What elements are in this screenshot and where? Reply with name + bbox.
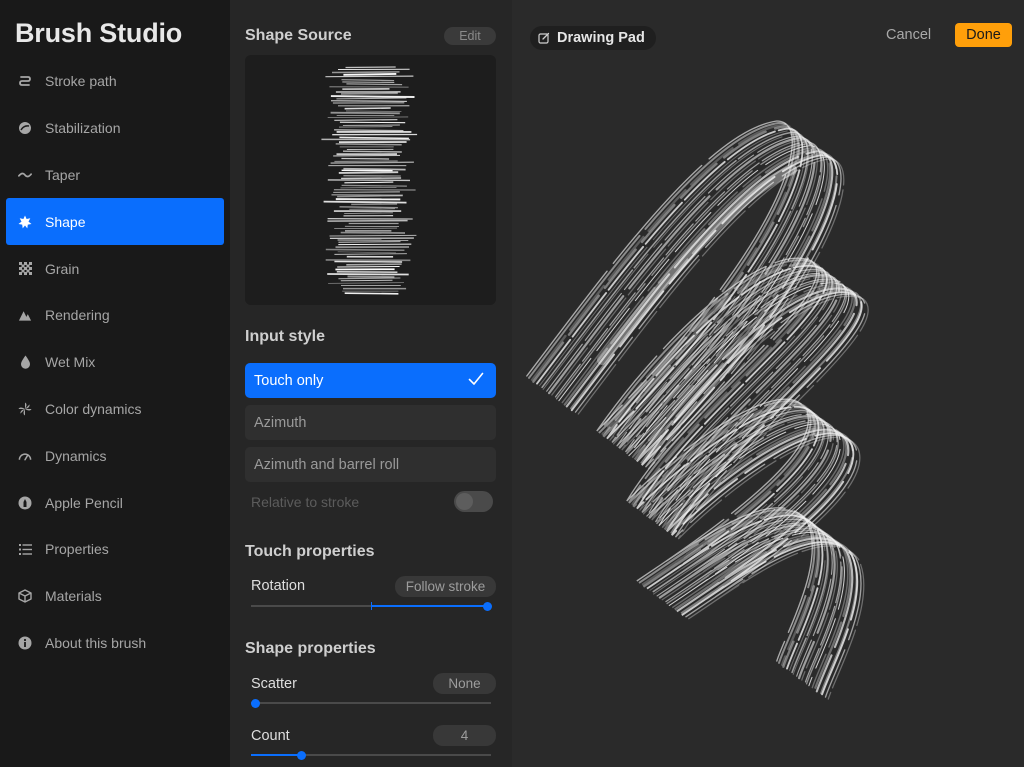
sidebar-item-stroke-path[interactable]: Stroke path xyxy=(6,58,224,105)
scatter-slider[interactable] xyxy=(251,698,491,708)
relative-to-stroke-toggle[interactable] xyxy=(454,491,493,512)
apple-pencil-icon xyxy=(18,496,32,510)
sidebar: Brush Studio Stroke path Stabilization T… xyxy=(0,0,230,767)
sidebar-item-label: Dynamics xyxy=(45,447,107,464)
count-value[interactable]: 4 xyxy=(433,725,496,746)
sidebar-list: Stroke path Stabilization Taper Shape Gr… xyxy=(6,58,224,666)
sidebar-item-dynamics[interactable]: Dynamics xyxy=(6,432,224,479)
wet-mix-icon xyxy=(18,355,32,369)
settings-panel: Shape Source Edit Input style Touch only… xyxy=(230,0,512,767)
sidebar-item-properties[interactable]: Properties xyxy=(6,526,224,573)
about-icon xyxy=(18,636,32,650)
shape-source-image xyxy=(321,66,418,295)
sidebar-item-label: Stroke path xyxy=(45,73,117,90)
count-slider-thumb[interactable] xyxy=(297,750,306,760)
cancel-button[interactable]: Cancel xyxy=(886,27,931,43)
touch-properties-title: Touch properties xyxy=(245,543,375,560)
brush-stroke-preview xyxy=(526,120,869,700)
option-label: Azimuth and barrel roll xyxy=(254,456,400,473)
sidebar-item-color-dynamics[interactable]: Color dynamics xyxy=(6,386,224,433)
edit-pad-icon xyxy=(538,32,550,44)
sidebar-item-label: About this brush xyxy=(45,634,147,651)
rotation-slider-center-tick xyxy=(371,602,372,610)
sidebar-item-shape[interactable]: Shape xyxy=(6,198,224,246)
option-label: Azimuth xyxy=(254,414,307,431)
count-label: Count xyxy=(251,728,290,744)
sidebar-item-label: Properties xyxy=(45,541,109,558)
count-slider-fill xyxy=(251,754,301,756)
done-button[interactable]: Done xyxy=(955,23,1012,47)
app-title: Brush Studio xyxy=(15,18,183,48)
sidebar-item-materials[interactable]: Materials xyxy=(6,573,224,620)
shape-properties-title: Shape properties xyxy=(245,640,376,657)
shape-source-preview[interactable] xyxy=(245,55,496,305)
scatter-value[interactable]: None xyxy=(433,673,496,694)
option-azimuth-barrel-roll[interactable]: Azimuth and barrel roll xyxy=(245,447,496,482)
relative-to-stroke-label: Relative to stroke xyxy=(251,494,360,510)
grain-icon xyxy=(18,262,32,276)
sidebar-item-apple-pencil[interactable]: Apple Pencil xyxy=(6,479,224,526)
edit-button[interactable]: Edit xyxy=(444,27,496,45)
sidebar-item-label: Rendering xyxy=(45,307,110,324)
sidebar-item-taper[interactable]: Taper xyxy=(6,152,224,199)
rendering-icon xyxy=(18,308,32,322)
rotation-slider-fill xyxy=(371,605,491,607)
drawing-pad[interactable]: Drawing Pad Cancel Done xyxy=(512,0,1024,767)
dynamics-icon xyxy=(18,449,32,463)
rotation-slider-thumb[interactable] xyxy=(483,601,492,611)
checkmark-icon xyxy=(468,372,484,390)
sidebar-item-label: Wet Mix xyxy=(45,354,96,371)
input-style-title: Input style xyxy=(245,328,326,345)
shape-icon xyxy=(18,215,32,229)
option-azimuth[interactable]: Azimuth xyxy=(245,405,496,440)
rotation-label: Rotation xyxy=(251,578,306,594)
sidebar-item-wet-mix[interactable]: Wet Mix xyxy=(6,339,224,386)
sidebar-item-label: Stabilization xyxy=(45,120,121,137)
taper-icon xyxy=(18,168,32,182)
option-label: Touch only xyxy=(254,372,324,389)
count-slider[interactable] xyxy=(251,750,491,760)
drawing-pad-label[interactable]: Drawing Pad xyxy=(530,26,656,50)
sidebar-item-label: Materials xyxy=(45,588,102,605)
sidebar-item-label: Grain xyxy=(45,260,80,277)
shape-source-title: Shape Source xyxy=(245,27,352,44)
sidebar-item-about[interactable]: About this brush xyxy=(6,620,224,667)
sidebar-item-label: Apple Pencil xyxy=(45,494,123,511)
sidebar-item-label: Shape xyxy=(45,213,86,230)
rotation-value[interactable]: Follow stroke xyxy=(395,576,496,597)
stabilization-icon xyxy=(18,121,32,135)
scatter-slider-thumb[interactable] xyxy=(251,698,260,708)
stroke-path-icon xyxy=(18,74,32,88)
materials-icon xyxy=(18,589,32,603)
rotation-slider[interactable] xyxy=(251,601,492,611)
sidebar-item-label: Taper xyxy=(45,166,81,183)
sidebar-item-grain[interactable]: Grain xyxy=(6,245,224,292)
sidebar-item-rendering[interactable]: Rendering xyxy=(6,292,224,339)
option-touch-only[interactable]: Touch only xyxy=(245,363,496,398)
sidebar-item-stabilization[interactable]: Stabilization xyxy=(6,105,224,152)
sidebar-item-label: Color dynamics xyxy=(45,400,142,417)
color-dynamics-icon xyxy=(18,402,32,416)
properties-icon xyxy=(18,542,32,556)
drawing-pad-text: Drawing Pad xyxy=(557,30,645,46)
scatter-label: Scatter xyxy=(251,676,297,692)
toggle-knob xyxy=(456,493,473,510)
